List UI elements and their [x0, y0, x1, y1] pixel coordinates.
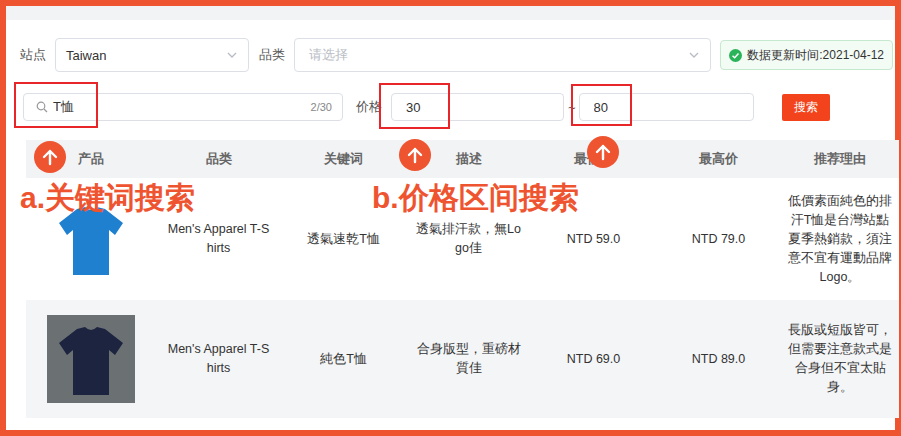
top-strip	[6, 6, 895, 20]
chevron-down-icon	[688, 49, 700, 61]
keyword-field[interactable]: 2/30	[23, 93, 343, 121]
site-value: Taiwan	[66, 48, 106, 63]
arrow-badge	[399, 139, 431, 171]
char-counter: 2/30	[311, 101, 332, 113]
max-price-cell: NTD 79.0	[656, 178, 781, 300]
filter-row: 站点 Taiwan 品类 请选择 数据更新时间:2021-04-12	[20, 38, 893, 72]
update-badge: 数据更新时间:2021-04-12	[720, 40, 893, 70]
price-max-field[interactable]	[579, 93, 754, 121]
arrow-badge	[587, 136, 619, 168]
site-select[interactable]: Taiwan	[55, 38, 249, 72]
reason-cell: 低價素面純色的排汗T恤是台灣站點夏季熱銷款，須注意不宜有運動品牌Logo。	[781, 178, 899, 300]
search-button[interactable]: 搜索	[782, 94, 830, 121]
column-header: 关键词	[281, 140, 406, 178]
tshirt-photo-icon	[47, 315, 135, 403]
price-min-field[interactable]	[391, 93, 564, 121]
reason-cell: 長版或短版皆可，但需要注意款式是合身但不宜太貼身。	[781, 300, 899, 418]
highlight-box	[14, 82, 98, 128]
highlight-box	[379, 83, 450, 129]
description-cell: 透氣排汗款，無Logo佳	[406, 178, 531, 300]
price-separator: ~	[568, 100, 576, 115]
product-cell	[26, 300, 156, 418]
column-header: 产品	[26, 140, 156, 178]
site-label: 站点	[20, 46, 46, 64]
page-frame: 站点 Taiwan 品类 请选择 数据更新时间:2021-04-12 2/30 价格 ~ 搜索产…	[0, 0, 901, 436]
column-header: 品类	[156, 140, 281, 178]
category-placeholder: 请选择	[309, 46, 348, 64]
max-price-cell: NTD 89.0	[656, 300, 781, 418]
min-price-cell: NTD 59.0	[531, 178, 656, 300]
chevron-down-icon	[226, 49, 238, 61]
keyword-input[interactable]	[53, 100, 305, 115]
product-cell	[26, 178, 156, 300]
tshirt-photo-icon	[47, 195, 135, 283]
search-row: 2/30 价格 ~ 搜索	[20, 93, 893, 121]
column-header: 推荐理由	[781, 140, 899, 178]
arrow-up-icon	[406, 146, 424, 164]
annotation-label: b.价格区间搜索	[372, 180, 579, 216]
category-cell: Men's Apparel T-Shirts	[156, 178, 281, 300]
column-header: 最低价	[531, 140, 656, 178]
column-header: 描述	[406, 140, 531, 178]
search-icon	[36, 101, 48, 113]
arrow-badge	[34, 141, 66, 173]
price-max-input[interactable]	[594, 100, 743, 115]
product-table: 产品品类关键词描述最低价最高价推荐理由Men's Apparel T-Shirt…	[26, 140, 899, 418]
highlight-box	[571, 84, 632, 126]
update-time: 数据更新时间:2021-04-12	[747, 47, 884, 64]
category-select[interactable]: 请选择	[294, 38, 712, 72]
keyword-cell: 透氣速乾T恤	[281, 178, 406, 300]
min-price-cell: NTD 69.0	[531, 300, 656, 418]
check-circle-icon	[729, 49, 742, 62]
price-min-input[interactable]	[406, 100, 553, 115]
category-cell: Men's Apparel T-Shirts	[156, 300, 281, 418]
description-cell: 合身版型，重磅材質佳	[406, 300, 531, 418]
content-card: 站点 Taiwan 品类 请选择 数据更新时间:2021-04-12 2/30 价格 ~ 搜索产…	[6, 20, 895, 430]
arrow-up-icon	[41, 148, 59, 166]
column-header: 最高价	[656, 140, 781, 178]
keyword-cell: 純色T恤	[281, 300, 406, 418]
arrow-up-icon	[594, 143, 612, 161]
annotation-label: a.关键词搜索	[20, 180, 195, 216]
table-header: 产品品类关键词描述最低价最高价推荐理由	[26, 140, 899, 178]
table-row[interactable]: Men's Apparel T-Shirts透氣速乾T恤透氣排汗款，無Logo佳…	[26, 178, 899, 300]
category-label: 品类	[259, 46, 285, 64]
price-label: 价格	[356, 98, 382, 116]
table-row[interactable]: Men's Apparel T-Shirts純色T恤合身版型，重磅材質佳NTD …	[26, 300, 899, 418]
